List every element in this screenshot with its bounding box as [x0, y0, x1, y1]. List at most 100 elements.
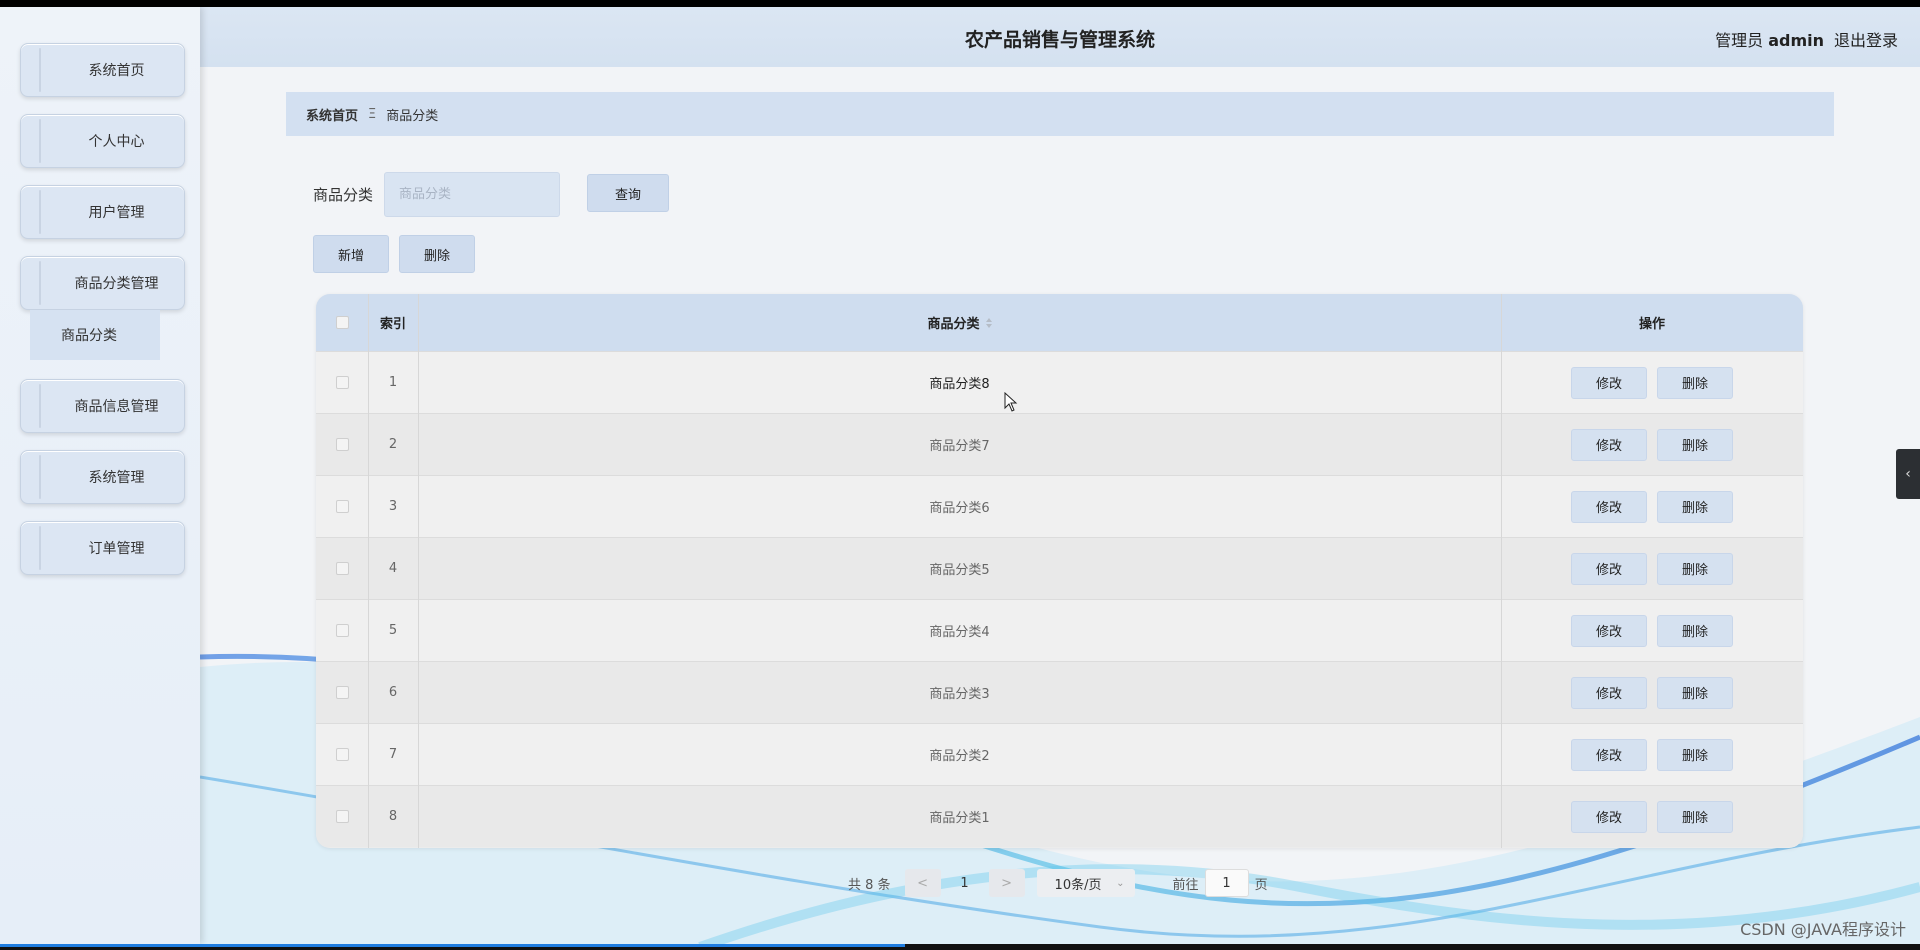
video-progress-bar[interactable] — [0, 944, 1920, 950]
sidebar-item-system[interactable]: 系统管理 — [20, 450, 185, 504]
prev-page-button[interactable]: < — [904, 869, 941, 897]
chevron-left-icon: ‹ — [1905, 466, 1911, 482]
row-checkbox[interactable] — [335, 624, 349, 637]
sidebar-item-orders[interactable]: 订单管理 — [20, 521, 185, 575]
table-row[interactable]: 1 商品分类8 修改 删除 — [316, 351, 1803, 413]
top-header: 农产品销售与管理系统 管理员 admin 退出登录 — [200, 7, 1920, 67]
row-select[interactable] — [316, 662, 368, 723]
row-checkbox[interactable] — [335, 686, 349, 699]
row-delete-button[interactable]: 删除 — [1657, 552, 1733, 585]
row-checkbox[interactable] — [335, 438, 349, 451]
select-all-checkbox[interactable] — [335, 316, 349, 329]
table-row[interactable]: 8 商品分类1 修改 删除 — [316, 785, 1803, 847]
delete-button[interactable]: 删除 — [399, 235, 475, 273]
edit-button[interactable]: 修改 — [1571, 738, 1647, 771]
sidebar-item-profile[interactable]: 个人中心 — [20, 114, 185, 168]
edit-button[interactable]: 修改 — [1571, 552, 1647, 585]
row-select[interactable] — [316, 538, 368, 599]
current-page-number[interactable]: 1 — [947, 869, 983, 897]
app-title: 农产品销售与管理系统 — [964, 29, 1155, 51]
table-row[interactable]: 2 商品分类7 修改 删除 — [316, 413, 1803, 475]
edit-button[interactable]: 修改 — [1571, 490, 1647, 523]
row-select[interactable] — [316, 414, 368, 475]
row-delete-button[interactable]: 删除 — [1657, 800, 1733, 833]
row-actions: 修改 删除 — [1501, 786, 1803, 847]
row-actions: 修改 删除 — [1501, 476, 1803, 537]
pagination: 共 8 条 < 1 > 10条/页 ⌄ 前往 1 页 — [848, 868, 1268, 898]
breadcrumb: 系统首页 Ξ 商品分类 — [286, 92, 1834, 136]
goto-label: 前往 — [1172, 877, 1199, 893]
collapse-panel-tab[interactable]: ‹ — [1896, 449, 1920, 499]
username: admin — [1768, 31, 1824, 50]
submenu-item-category[interactable]: 商品分类 — [30, 310, 160, 360]
submenu-item-label: 商品分类 — [61, 328, 117, 344]
sidebar-item-label: 系统管理 — [88, 470, 145, 486]
page-unit-label: 页 — [1254, 877, 1268, 893]
breadcrumb-separator: Ξ — [368, 106, 377, 122]
header-select-all[interactable] — [316, 294, 368, 351]
row-select[interactable] — [316, 724, 368, 785]
table-row[interactable]: 3 商品分类6 修改 删除 — [316, 475, 1803, 537]
sidebar-item-users[interactable]: 用户管理 — [20, 185, 185, 239]
user-area: 管理员 admin 退出登录 — [1715, 27, 1898, 51]
table-row[interactable]: 6 商品分类3 修改 删除 — [316, 661, 1803, 723]
edit-button[interactable]: 修改 — [1571, 614, 1647, 647]
edit-button[interactable]: 修改 — [1571, 366, 1647, 399]
row-delete-button[interactable]: 删除 — [1657, 366, 1733, 399]
row-checkbox[interactable] — [335, 562, 349, 575]
logout-link[interactable]: 退出登录 — [1834, 27, 1898, 51]
row-index: 4 — [388, 561, 398, 576]
row-delete-button[interactable]: 删除 — [1657, 614, 1733, 647]
row-select[interactable] — [316, 352, 368, 413]
row-category-name: 商品分类2 — [929, 749, 990, 764]
sidebar-item-category-management[interactable]: 商品分类管理 — [20, 256, 185, 310]
edit-button[interactable]: 修改 — [1571, 428, 1647, 461]
table-row[interactable]: 7 商品分类2 修改 删除 — [316, 723, 1803, 785]
row-delete-button[interactable]: 删除 — [1657, 490, 1733, 523]
header-index: 索引 — [379, 317, 406, 332]
category-search-input[interactable] — [384, 172, 560, 217]
page-size-select[interactable]: 10条/页 ⌄ — [1036, 869, 1135, 897]
row-select[interactable] — [316, 786, 368, 847]
header-category[interactable]: 商品分类 — [418, 294, 1501, 351]
row-checkbox[interactable] — [335, 748, 349, 761]
row-select[interactable] — [316, 476, 368, 537]
row-delete-button[interactable]: 删除 — [1657, 428, 1733, 461]
sort-icon[interactable] — [985, 317, 992, 328]
chevron-down-icon: ⌄ — [1116, 877, 1125, 889]
row-checkbox[interactable] — [335, 810, 349, 823]
app-window: 系统首页 个人中心 用户管理 商品分类管理 商品分类 商品信息管理 系统管理 订… — [0, 7, 1920, 944]
row-select[interactable] — [316, 600, 368, 661]
row-category-name: 商品分类1 — [929, 811, 990, 826]
sidebar-item-home[interactable]: 系统首页 — [20, 43, 185, 97]
row-category-name: 商品分类4 — [929, 625, 990, 640]
row-delete-button[interactable]: 删除 — [1657, 738, 1733, 771]
header-category-label: 商品分类 — [927, 317, 980, 332]
sidebar-item-label: 商品分类管理 — [74, 276, 159, 292]
edit-button[interactable]: 修改 — [1571, 676, 1647, 709]
row-actions: 修改 删除 — [1501, 724, 1803, 785]
page-size-value: 10条/页 — [1054, 877, 1102, 893]
goto-page-input[interactable]: 1 — [1204, 869, 1249, 897]
row-delete-button[interactable]: 删除 — [1657, 676, 1733, 709]
row-actions: 修改 删除 — [1501, 414, 1803, 475]
row-checkbox[interactable] — [335, 500, 349, 513]
row-checkbox[interactable] — [335, 376, 349, 389]
add-button[interactable]: 新增 — [313, 235, 389, 273]
sidebar-item-label: 用户管理 — [88, 205, 145, 221]
watermark: CSDN @JAVA程序设计 — [1740, 920, 1906, 939]
table-row[interactable]: 5 商品分类4 修改 删除 — [316, 599, 1803, 661]
edit-button[interactable]: 修改 — [1571, 800, 1647, 833]
sidebar-item-label: 个人中心 — [88, 134, 145, 150]
mouse-cursor-icon — [1004, 392, 1018, 412]
header-actions: 操作 — [1638, 317, 1665, 332]
query-button[interactable]: 查询 — [587, 174, 669, 212]
next-page-button[interactable]: > — [988, 869, 1025, 897]
row-index: 2 — [388, 437, 398, 452]
breadcrumb-home[interactable]: 系统首页 — [306, 105, 358, 124]
table-row[interactable]: 4 商品分类5 修改 删除 — [316, 537, 1803, 599]
search-label: 商品分类 — [313, 186, 374, 204]
row-index: 6 — [388, 685, 398, 700]
sidebar-item-label: 订单管理 — [88, 541, 145, 557]
sidebar-item-product-management[interactable]: 商品信息管理 — [20, 379, 185, 433]
